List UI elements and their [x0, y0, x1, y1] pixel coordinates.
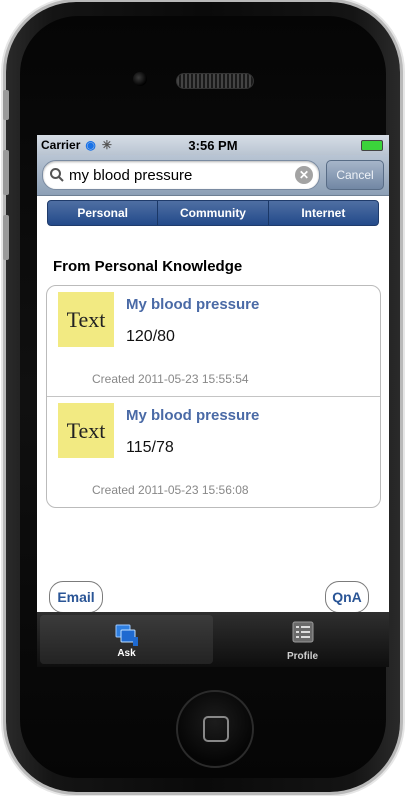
result-value: 115/78 — [126, 439, 174, 456]
volume-up-button — [3, 150, 9, 195]
result-value: 120/80 — [126, 328, 175, 345]
email-button[interactable]: Email — [49, 581, 103, 613]
list-item[interactable]: Text My blood pressure 120/80 Created 20… — [47, 286, 380, 397]
segment-personal[interactable]: Personal — [48, 201, 159, 225]
tab-profile[interactable]: Profile — [216, 612, 389, 667]
search-query-text[interactable]: my blood pressure — [69, 167, 295, 184]
text-thumbnail: Text — [58, 292, 114, 347]
battery-icon — [361, 140, 383, 151]
profile-icon — [291, 620, 315, 644]
status-bar: Carrier ◉ ✳ 3:56 PM — [37, 135, 389, 155]
ask-icon — [115, 623, 139, 647]
search-icon — [49, 167, 65, 183]
section-title: From Personal Knowledge — [53, 258, 243, 275]
search-input[interactable]: my blood pressure ✕ — [42, 160, 320, 190]
screen: Carrier ◉ ✳ 3:56 PM my blood pressure ✕ … — [37, 135, 389, 667]
results-list: Text My blood pressure 120/80 Created 20… — [46, 285, 381, 508]
home-button[interactable] — [176, 690, 254, 768]
home-square-icon — [203, 716, 229, 742]
tab-ask-label: Ask — [117, 648, 136, 659]
segment-internet[interactable]: Internet — [269, 201, 378, 225]
search-bar: my blood pressure ✕ Cancel — [37, 155, 389, 196]
mute-switch — [3, 90, 9, 120]
status-time: 3:56 PM — [188, 138, 238, 153]
tab-ask[interactable]: Ask — [40, 615, 213, 664]
text-thumbnail: Text — [58, 403, 114, 458]
segment-community[interactable]: Community — [158, 201, 269, 225]
result-created: Created 2011-05-23 15:55:54 — [92, 372, 249, 386]
tab-bar: Ask Profile — [37, 612, 389, 667]
scope-segmented-control: Personal Community Internet — [47, 200, 379, 226]
volume-down-button — [3, 215, 9, 260]
camera-icon — [133, 72, 147, 86]
result-title: My blood pressure — [126, 296, 260, 313]
tab-profile-label: Profile — [286, 651, 319, 662]
list-item[interactable]: Text My blood pressure 115/78 Created 20… — [47, 397, 380, 507]
cancel-button[interactable]: Cancel — [326, 160, 384, 190]
result-created: Created 2011-05-23 15:56:08 — [92, 483, 249, 497]
speaker-grille — [176, 73, 254, 89]
clear-icon[interactable]: ✕ — [295, 166, 313, 184]
result-title: My blood pressure — [126, 407, 260, 424]
qna-button[interactable]: QnA — [325, 581, 369, 613]
